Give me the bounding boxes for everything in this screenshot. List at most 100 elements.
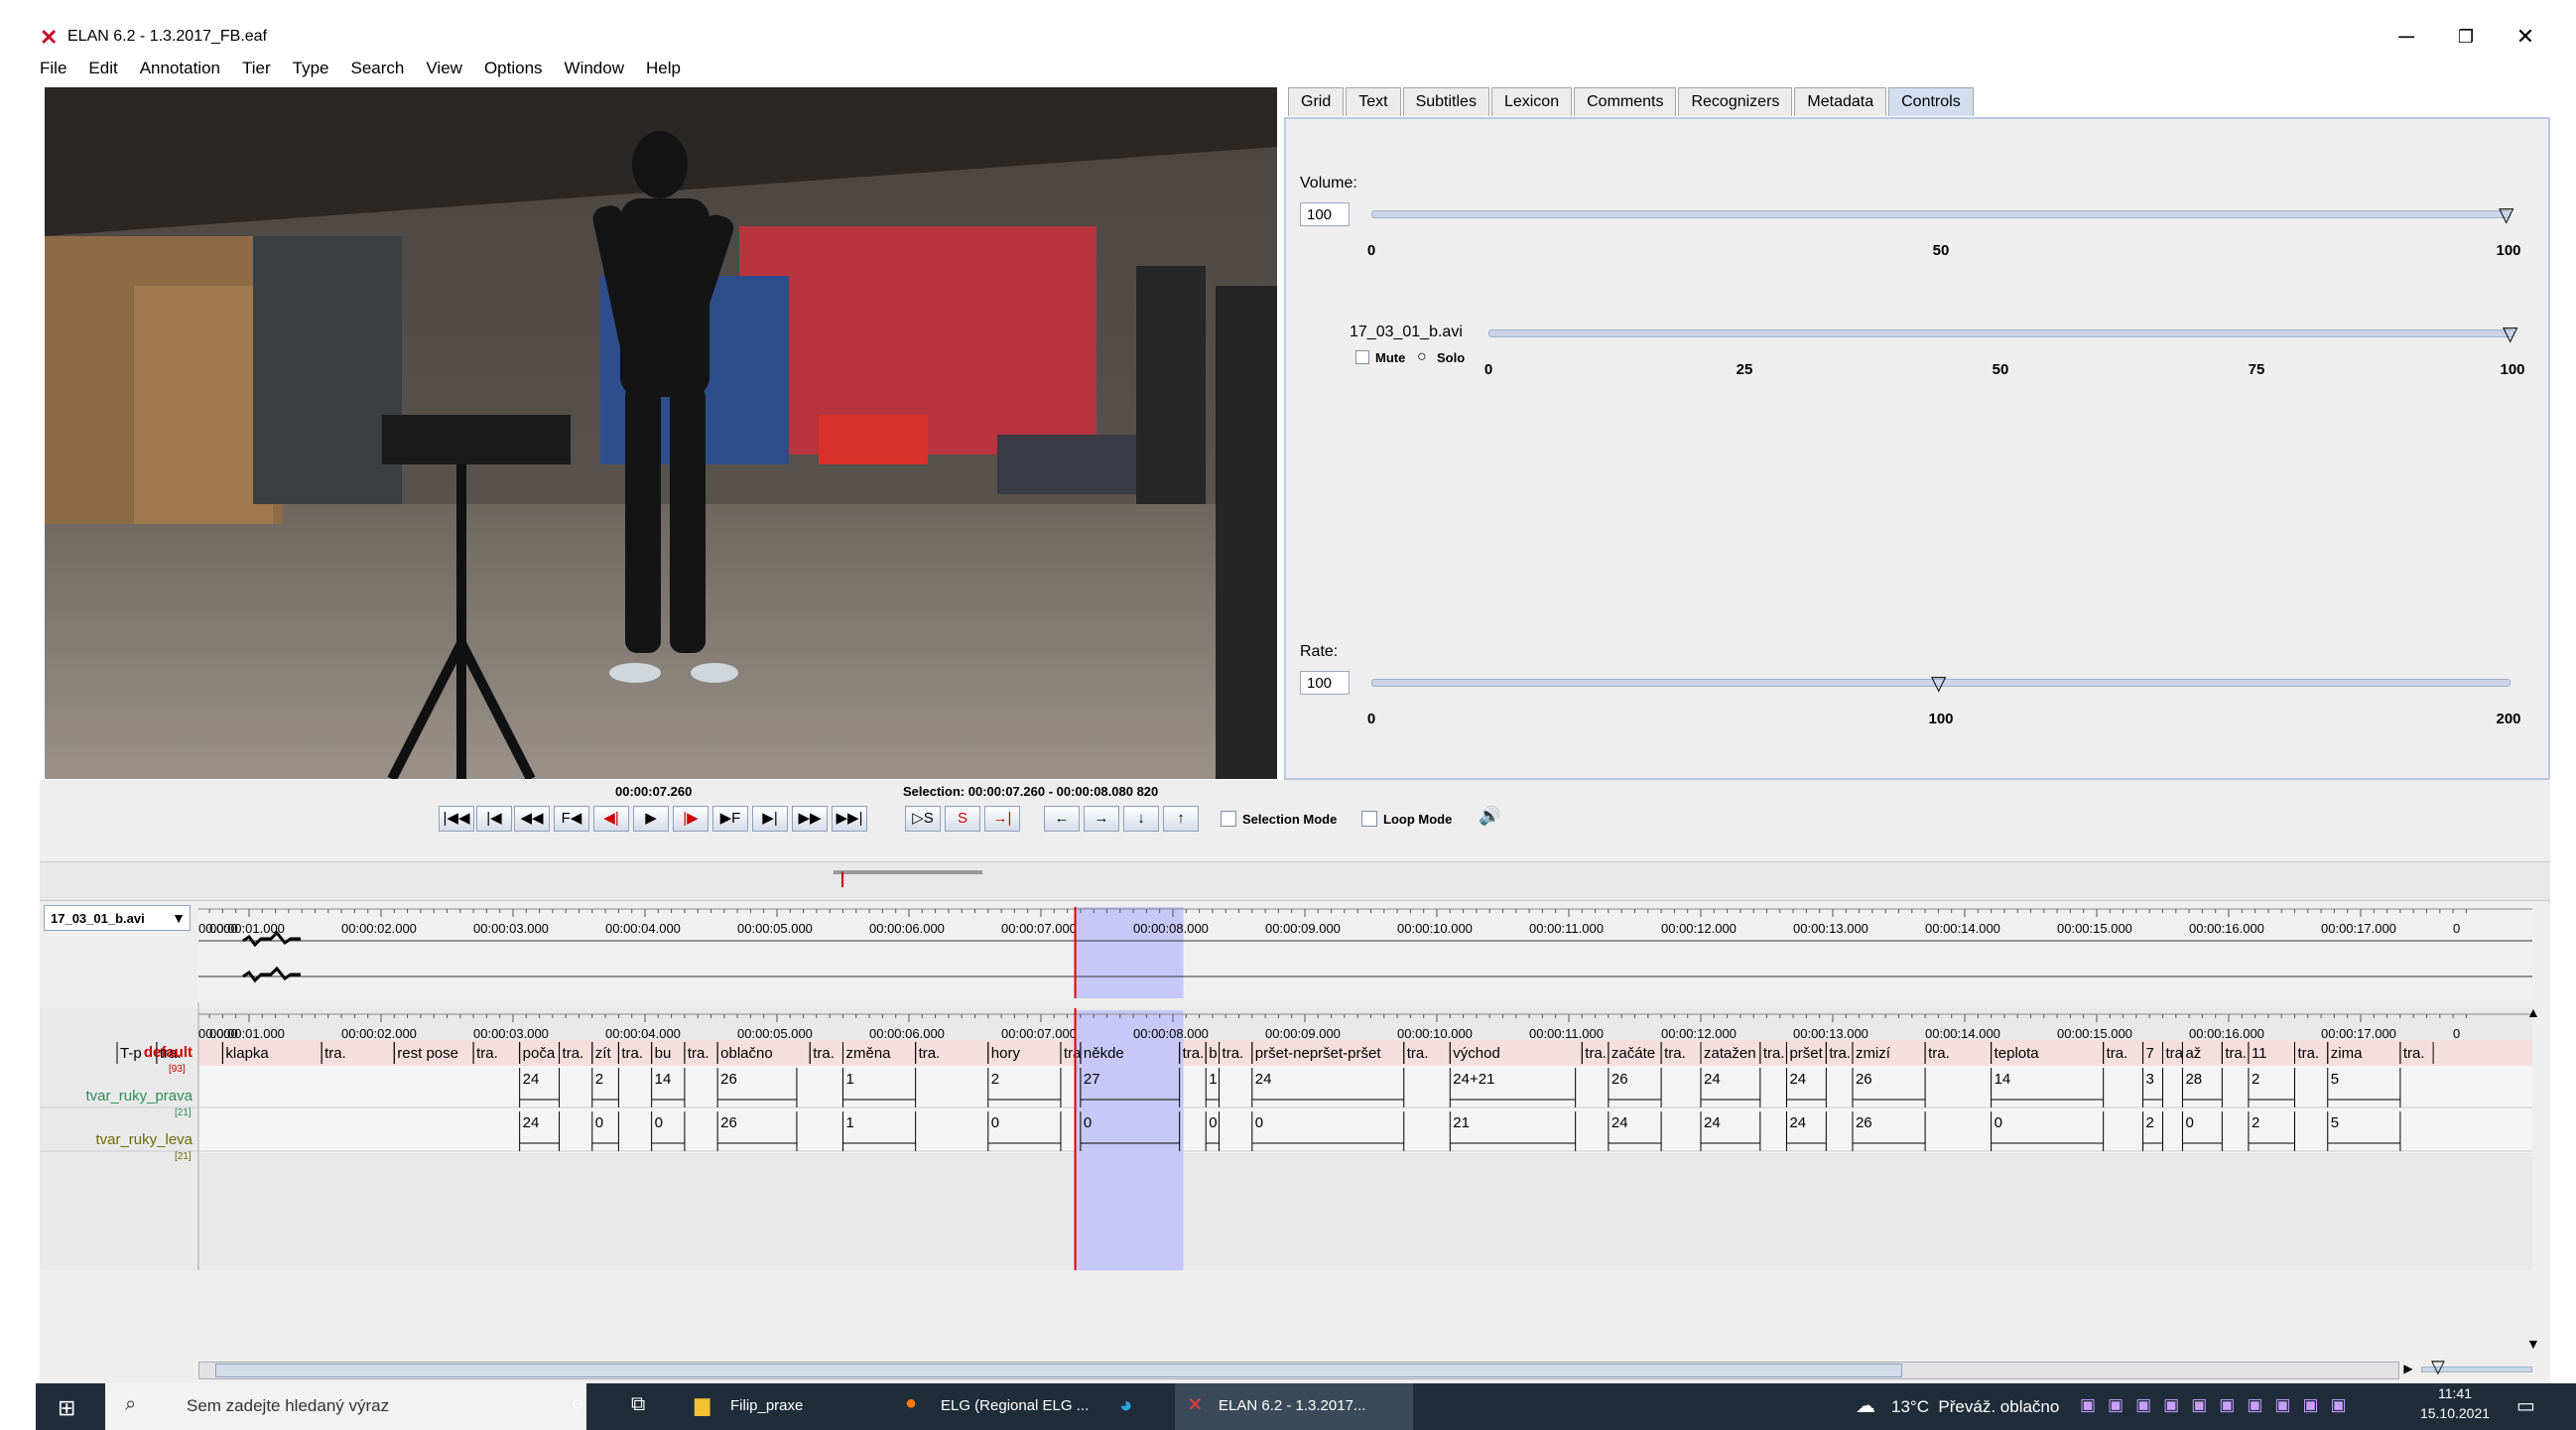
tier-label-default[interactable]: default (40, 1044, 193, 1061)
annotation[interactable]: 27 (1084, 1071, 1100, 1088)
annotation[interactable]: 24 (523, 1071, 540, 1088)
menu-edit[interactable]: Edit (88, 55, 117, 82)
annotation[interactable]: tra. (1829, 1045, 1851, 1062)
menu-tier[interactable]: Tier (242, 55, 271, 82)
annotation[interactable]: východ (1453, 1045, 1500, 1062)
annotation[interactable]: tra. (1763, 1045, 1785, 1062)
annotation[interactable]: pršet-nepršet-pršet (1255, 1045, 1382, 1062)
annotation[interactable]: tra. (1183, 1045, 1205, 1062)
menu-search[interactable]: Search (351, 55, 405, 82)
annotation[interactable]: 26 (720, 1071, 737, 1088)
tab-comments[interactable]: Comments (1574, 87, 1677, 116)
annotation[interactable]: tra. (813, 1045, 835, 1062)
annotation[interactable]: 0 (655, 1114, 663, 1131)
annotation[interactable]: tra. (2403, 1045, 2425, 1062)
annotation[interactable]: teplota (1995, 1045, 2040, 1062)
horizontal-scrollbar[interactable] (198, 1362, 2399, 1379)
taskbar-app-firefox[interactable]: ELG (Regional ELG ... (941, 1397, 1089, 1414)
annotation[interactable]: 5 (2331, 1071, 2339, 1088)
annotation[interactable]: 0 (2185, 1114, 2193, 1131)
annotation[interactable]: 0 (1084, 1114, 1092, 1131)
previous-second-button[interactable]: ◀◀ (514, 806, 550, 832)
tier-up-button[interactable]: ↑ (1163, 806, 1199, 832)
annotation[interactable]: tra. (563, 1045, 584, 1062)
annotation[interactable]: někde (1084, 1045, 1124, 1062)
step-back-button[interactable]: F◀ (554, 806, 589, 832)
mute-checkbox[interactable] (1355, 350, 1369, 364)
annotation[interactable]: tra. (1585, 1045, 1607, 1062)
annotation[interactable]: 2 (991, 1071, 999, 1088)
previous-frame-button[interactable]: |◀ (476, 806, 512, 832)
annotation[interactable]: 24+21 (1453, 1071, 1494, 1088)
taskbar-app-explorer[interactable]: Filip_praxe (730, 1397, 803, 1414)
menu-file[interactable]: File (40, 55, 66, 82)
annotation[interactable]: tra (2166, 1045, 2184, 1062)
annotation[interactable]: tra. (324, 1045, 346, 1062)
folder-icon[interactable]: ▆ (695, 1392, 709, 1417)
annotation[interactable]: 26 (1856, 1114, 1872, 1131)
annotation[interactable]: tra. (1223, 1045, 1244, 1062)
volume-input[interactable]: 100 (1300, 202, 1350, 226)
scroll-right-icon[interactable]: ▶ (2399, 1362, 2417, 1379)
annotation[interactable]: začáte (1611, 1045, 1655, 1062)
annotation[interactable]: poča (523, 1045, 556, 1062)
annotation[interactable]: bu (655, 1045, 672, 1062)
annotation[interactable]: tra. (476, 1045, 498, 1062)
tier-label-tvar-ruky-prava[interactable]: tvar_ruky_prava (40, 1088, 193, 1105)
annotation[interactable]: 1 (846, 1114, 854, 1131)
annotation[interactable]: zmizí (1856, 1045, 1891, 1062)
media-volume-slider[interactable] (1488, 329, 2514, 337)
annotation[interactable]: 26 (1856, 1071, 1872, 1088)
scroll-down-icon[interactable]: ▼ (2526, 1336, 2540, 1352)
annotation[interactable]: 21 (1453, 1114, 1470, 1131)
rate-input[interactable]: 100 (1300, 671, 1350, 695)
step-forward-button[interactable]: ▶F (712, 806, 748, 832)
annotation[interactable]: 26 (1611, 1071, 1628, 1088)
menu-help[interactable]: Help (646, 55, 681, 82)
annotation[interactable]: 24 (1255, 1071, 1272, 1088)
tier-down-button[interactable]: ↓ (1123, 806, 1159, 832)
annotation[interactable]: 24 (1704, 1114, 1721, 1131)
annotation[interactable]: 14 (655, 1071, 672, 1088)
scrollbar-thumb[interactable] (215, 1364, 1902, 1377)
weather-text[interactable]: 13°C Převáž. oblačno (1891, 1397, 2059, 1417)
annotation[interactable]: 1 (846, 1071, 854, 1088)
speaker-icon[interactable]: 🔊 (1479, 806, 1508, 832)
annotation[interactable]: 0 (1209, 1114, 1217, 1131)
annotation[interactable]: 0 (1995, 1114, 2002, 1131)
annotation[interactable]: tra. (2225, 1045, 2247, 1062)
annotation[interactable]: 5 (2331, 1114, 2339, 1131)
windows-start-icon[interactable]: ⊞ (58, 1395, 75, 1421)
go-to-begin-button[interactable]: |◀◀ (439, 806, 474, 832)
next-frame-button[interactable]: ▶| (752, 806, 788, 832)
annotation[interactable]: pršet (1789, 1045, 1823, 1062)
firefox-icon[interactable]: ● (905, 1392, 917, 1415)
annotation[interactable]: 1 (1209, 1071, 1217, 1088)
annotation[interactable]: tra. (1664, 1045, 1686, 1062)
annotation[interactable]: 28 (2185, 1071, 2202, 1088)
annotation-timeline[interactable]: 00.00000:00:01.000 00:00:02.000 00:00:03.0… (0, 893, 2576, 1369)
tab-lexicon[interactable]: Lexicon (1490, 87, 1573, 116)
cortana-icon[interactable]: ○ (572, 1393, 583, 1416)
clear-selection-button[interactable]: S (945, 806, 980, 832)
annotation[interactable]: tra. (1407, 1045, 1429, 1062)
selection-end-button[interactable]: |▶ (673, 806, 708, 832)
taskbar-search[interactable]: ⌕ Sem zadejte hledaný výraz (105, 1383, 586, 1430)
annotation[interactable]: zít (595, 1045, 612, 1062)
tab-grid[interactable]: Grid (1288, 87, 1345, 116)
tab-metadata[interactable]: Metadata (1794, 87, 1887, 116)
annotation[interactable]: 2 (2252, 1071, 2259, 1088)
tab-subtitles[interactable]: Subtitles (1402, 87, 1489, 116)
annotation[interactable]: 14 (1995, 1071, 2011, 1088)
annotation[interactable]: tra (1064, 1045, 1082, 1062)
annotation[interactable]: 0 (991, 1114, 999, 1131)
annotation[interactable]: 24 (523, 1114, 540, 1131)
annotation[interactable]: 2 (595, 1071, 603, 1088)
menu-window[interactable]: Window (565, 55, 624, 82)
tab-recognizers[interactable]: Recognizers (1678, 87, 1793, 116)
volume-slider[interactable] (1371, 210, 2511, 218)
loop-mode-checkbox[interactable] (1361, 811, 1377, 827)
previous-annotation-button[interactable]: ← (1044, 806, 1080, 832)
annotation[interactable]: 0 (1255, 1114, 1263, 1131)
restore-button[interactable]: ❐ (2436, 20, 2496, 54)
